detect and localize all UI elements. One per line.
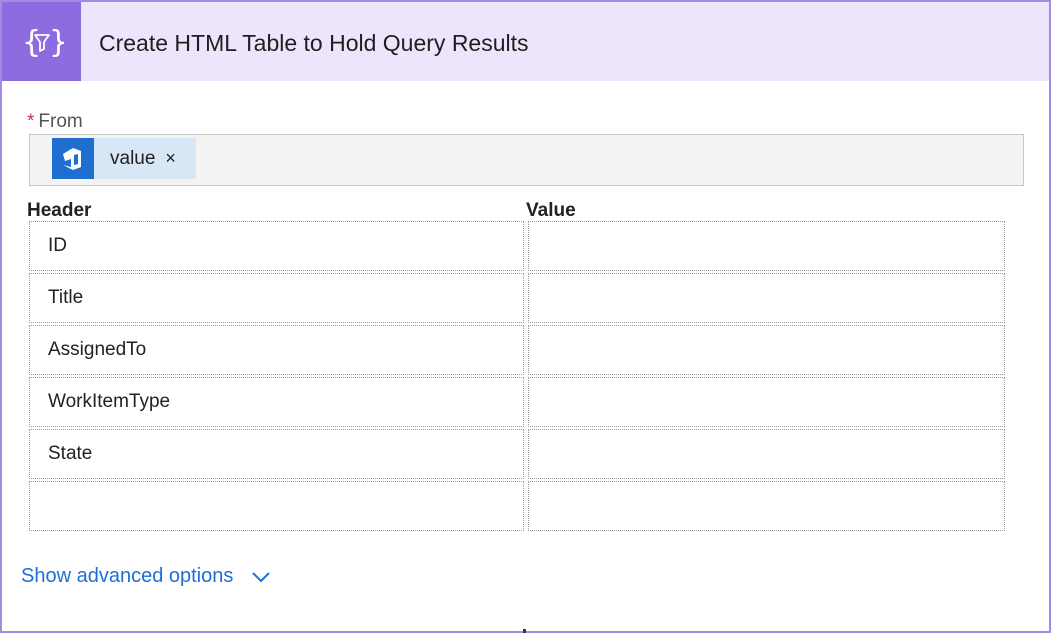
- header-cell[interactable]: ID: [29, 221, 524, 271]
- header-column-label: Header: [27, 200, 92, 221]
- svg-text:}: }: [49, 25, 64, 60]
- header-cell-text: ID: [48, 235, 67, 256]
- header-cell[interactable]: AssignedTo: [29, 325, 524, 375]
- show-advanced-options-link[interactable]: Show advanced options: [21, 565, 271, 588]
- header-cell-text: AssignedTo: [48, 339, 147, 360]
- show-advanced-options-label: Show advanced options: [21, 565, 234, 587]
- dynamic-content-token[interactable]: value ×: [52, 138, 196, 179]
- action-header[interactable]: { } Create HTML Table to Hold Query Resu…: [2, 2, 1049, 81]
- header-cell[interactable]: [29, 481, 524, 531]
- curly-braces-filter-icon: { }: [2, 2, 81, 81]
- header-cell-text: Title: [48, 287, 84, 308]
- action-card: { } Create HTML Table to Hold Query Resu…: [0, 0, 1051, 633]
- svg-text:{: {: [22, 25, 41, 60]
- value-cell[interactable]: [528, 429, 1005, 479]
- header-cell[interactable]: State: [29, 429, 524, 479]
- value-cell[interactable]: [528, 221, 1005, 271]
- action-title[interactable]: Create HTML Table to Hold Query Results: [99, 30, 529, 57]
- token-label: value: [110, 147, 156, 169]
- chevron-down-icon: [252, 571, 271, 582]
- from-label-text: From: [38, 111, 83, 132]
- azure-devops-icon: [52, 138, 94, 179]
- from-label: * From: [27, 111, 83, 133]
- value-column-label: Value: [526, 200, 576, 221]
- connector-line: [523, 629, 526, 633]
- header-cell[interactable]: WorkItemType: [29, 377, 524, 427]
- value-cell[interactable]: [528, 377, 1005, 427]
- value-cell[interactable]: [528, 481, 1005, 531]
- header-cell-text: State: [48, 443, 93, 464]
- value-cell[interactable]: [528, 273, 1005, 323]
- header-cell[interactable]: Title: [29, 273, 524, 323]
- token-remove-button[interactable]: ×: [165, 148, 176, 169]
- value-cell[interactable]: [528, 325, 1005, 375]
- header-cell-text: WorkItemType: [48, 391, 171, 412]
- required-marker: *: [27, 111, 35, 132]
- from-input[interactable]: value ×: [29, 134, 1024, 186]
